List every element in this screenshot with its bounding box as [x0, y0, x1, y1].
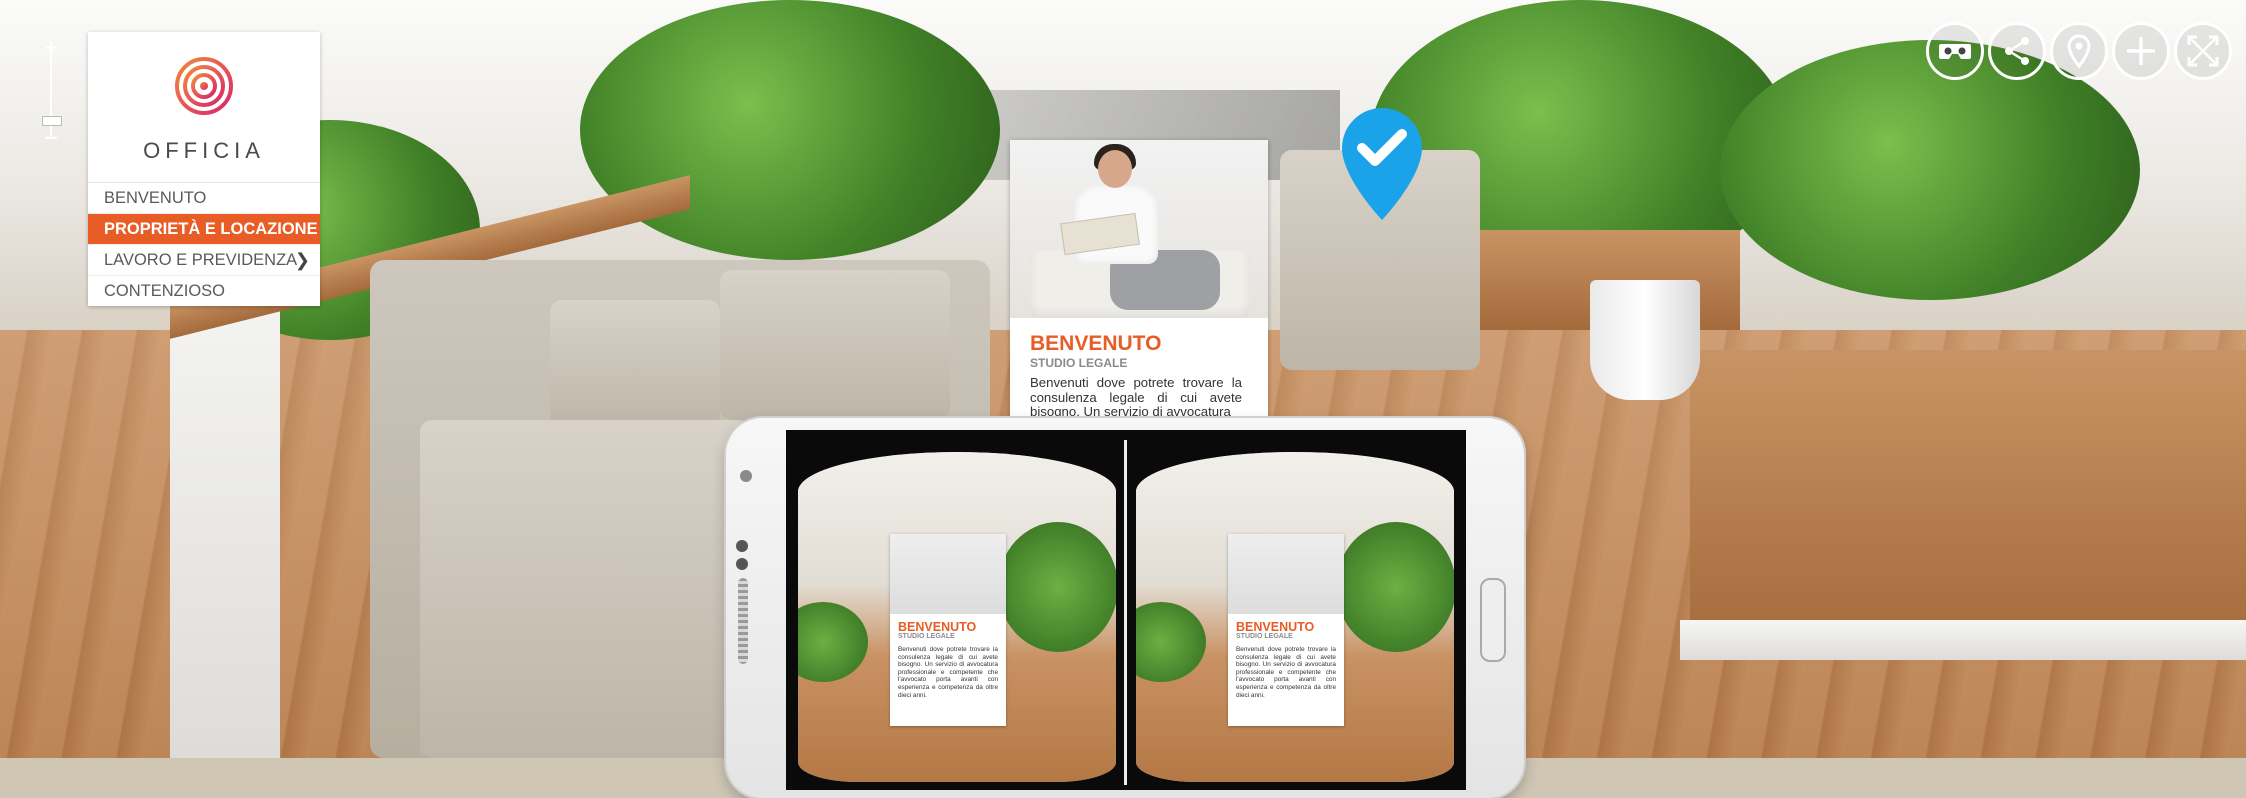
map-button[interactable] [2050, 22, 2108, 80]
menu-item-contenzioso[interactable]: CONTENZIOSO [88, 276, 320, 306]
menu-item-label: BENVENUTO [104, 189, 207, 207]
vr-card-body: Benvenuti dove potrete trovare la consul… [1236, 646, 1336, 699]
vr-card-title: BENVENUTO [1236, 620, 1315, 634]
menu-item-label: PROPRIETÀ E LOCAZIONE [104, 220, 318, 238]
toolbar [1926, 22, 2244, 84]
chevron-right-icon: ❯ [294, 250, 310, 270]
zoom-control: + − [38, 37, 64, 150]
add-button[interactable] [2112, 22, 2170, 80]
phone-screen: BENVENUTO STUDIO LEGALE Benvenuti dove p… [786, 430, 1466, 790]
menu-item-lavoro-previdenza[interactable]: LAVORO E PREVIDENZA ❯ [88, 245, 320, 276]
menu-item-label: CONTENZIOSO [104, 282, 226, 300]
vr-card-body: Benvenuti dove potrete trovare la consul… [898, 646, 998, 699]
speaker-grille [738, 578, 748, 664]
vr-card-title: BENVENUTO [898, 620, 977, 634]
vr-lens-left: BENVENUTO STUDIO LEGALE Benvenuti dove p… [798, 452, 1116, 782]
card-subtitle: STUDIO LEGALE [1030, 356, 1128, 370]
fullscreen-icon [2187, 35, 2219, 67]
zoom-in-icon [2127, 37, 2155, 65]
spiral-logo-icon [175, 57, 233, 115]
zoom-in-button[interactable]: + [38, 37, 64, 60]
menu-item-benvenuto[interactable]: BENVENUTO [88, 183, 320, 214]
card-body: Benvenuti dove potrete trovare la consul… [1030, 375, 1242, 419]
pot [1590, 280, 1700, 400]
lens-divider [1124, 440, 1127, 785]
planter [1690, 350, 2246, 650]
menu-item-label: LAVORO E PREVIDENZA [104, 251, 298, 269]
card-title: BENVENUTO [1030, 332, 1162, 355]
share-button[interactable] [1988, 22, 2046, 80]
tour-menu-panel: OFFICIA BENVENUTO PROPRIETÀ E LOCAZIONE … [88, 32, 320, 306]
vr-card-right: BENVENUTO STUDIO LEGALE Benvenuti dove p… [1228, 534, 1344, 726]
menu-item-proprieta-locazione[interactable]: PROPRIETÀ E LOCAZIONE [88, 214, 320, 245]
info-card[interactable]: BENVENUTO STUDIO LEGALE Benvenuti dove p… [1010, 140, 1268, 420]
vr-phone-preview: BENVENUTO STUDIO LEGALE Benvenuti dove p… [726, 418, 1524, 798]
vr-card-subtitle: STUDIO LEGALE [898, 633, 955, 640]
vr-card-subtitle: STUDIO LEGALE [1236, 633, 1293, 640]
fullscreen-button[interactable] [2174, 22, 2232, 80]
plant [580, 0, 1000, 260]
card-photo [1010, 140, 1268, 318]
vr-lens-right: BENVENUTO STUDIO LEGALE Benvenuti dove p… [1136, 452, 1454, 782]
vr-card-left: BENVENUTO STUDIO LEGALE Benvenuti dove p… [890, 534, 1006, 726]
check-pin-icon[interactable] [1338, 106, 1426, 222]
share-icon [2005, 37, 2029, 65]
home-button [1480, 578, 1506, 662]
camera [740, 470, 752, 482]
zoom-out-button[interactable]: − [38, 127, 64, 150]
vr-headset-icon [1939, 44, 1971, 59]
brand-name: OFFICIA [143, 138, 265, 163]
brand-logo: OFFICIA [88, 32, 320, 183]
map-pin-icon [2067, 34, 2091, 69]
vr-headset-button[interactable] [1926, 22, 1984, 80]
